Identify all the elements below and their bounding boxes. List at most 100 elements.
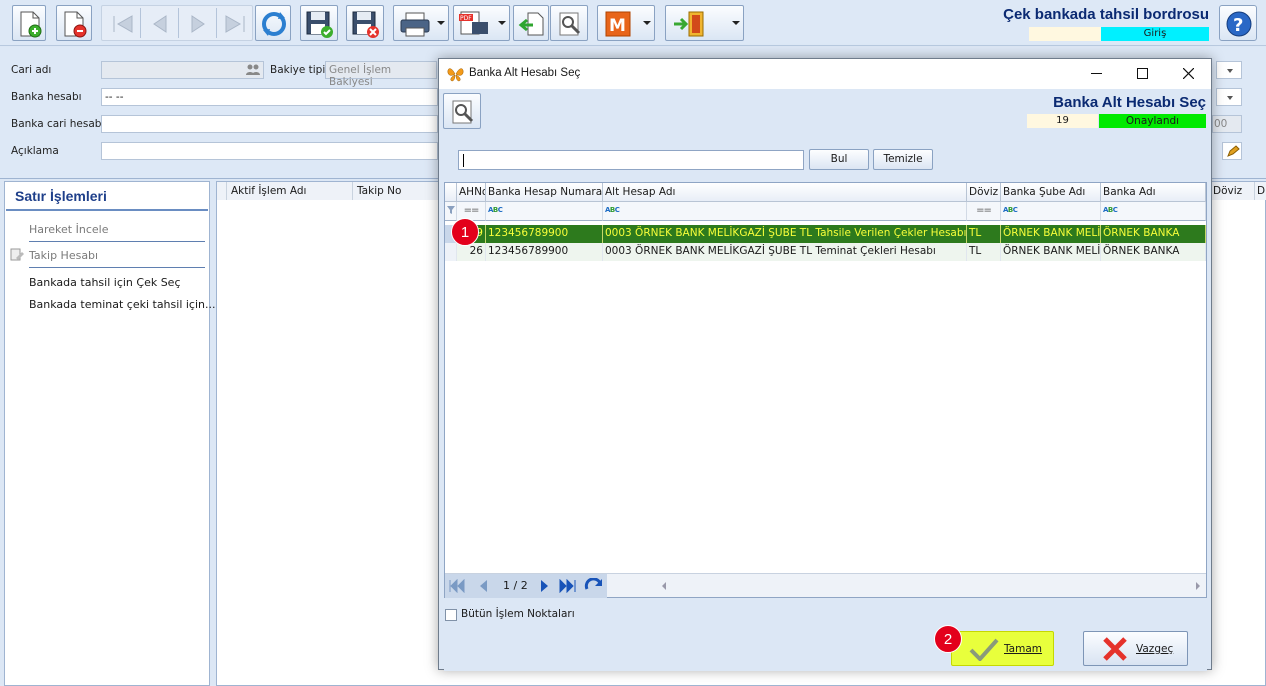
record-count: 19 bbox=[1027, 114, 1098, 128]
filter-alt-hesap[interactable]: ABC bbox=[603, 202, 967, 221]
filter-hesap-no[interactable]: ABC bbox=[486, 202, 603, 221]
scroll-left-icon[interactable] bbox=[661, 582, 667, 590]
cell-doviz: TL bbox=[967, 225, 1001, 243]
last-record-icon[interactable] bbox=[220, 10, 250, 38]
refresh-button[interactable] bbox=[255, 5, 291, 41]
chevron-down-icon[interactable] bbox=[498, 21, 506, 25]
text-filter-icon: ABC bbox=[1003, 206, 1018, 214]
filter-doviz[interactable]: == bbox=[967, 202, 1001, 221]
col-sube-adi[interactable]: Banka Şube Adı bbox=[1001, 183, 1101, 202]
page-indicator: 1 / 2 bbox=[503, 579, 528, 592]
prev-record-icon[interactable] bbox=[146, 10, 174, 38]
new-button[interactable] bbox=[12, 5, 46, 41]
save-cancel-button[interactable] bbox=[346, 5, 384, 41]
menu-item-takip-hesabi[interactable]: Takip Hesabı bbox=[29, 249, 98, 262]
text-filter-icon: ABC bbox=[488, 206, 503, 214]
horizontal-scrollbar[interactable] bbox=[661, 580, 1205, 592]
row-indicator bbox=[445, 243, 457, 261]
m-menu-button[interactable]: M bbox=[597, 5, 655, 41]
right-dropdown-2[interactable] bbox=[1216, 88, 1242, 106]
first-page-icon[interactable] bbox=[448, 579, 466, 593]
menu-item-teminat-cek[interactable]: Bankada teminat çeki tahsil için... bbox=[29, 298, 216, 311]
prev-page-icon[interactable] bbox=[477, 579, 489, 593]
chevron-down-icon[interactable] bbox=[732, 21, 740, 25]
chevron-down-icon[interactable] bbox=[643, 21, 651, 25]
filter-icon-cell[interactable] bbox=[445, 202, 457, 221]
save-approve-button[interactable] bbox=[300, 5, 338, 41]
close-icon bbox=[1183, 68, 1194, 79]
svg-text:?: ? bbox=[1233, 15, 1243, 36]
minimize-button[interactable] bbox=[1073, 59, 1119, 89]
find-button[interactable]: Bul bbox=[809, 149, 869, 170]
svg-text:M: M bbox=[609, 16, 626, 36]
panel-title: Satır İşlemleri bbox=[15, 188, 107, 204]
chevron-down-icon[interactable] bbox=[437, 21, 445, 25]
menu-item-hareket-incele[interactable]: Hareket İncele bbox=[29, 223, 108, 236]
cell-alt-hesap: 0003 ÖRNEK BANK MELİKGAZİ ŞUBE TL Temina… bbox=[603, 243, 967, 261]
print-button[interactable] bbox=[393, 5, 449, 41]
all-points-checkbox[interactable] bbox=[445, 609, 457, 621]
cell-alt-hesap: 0003 ÖRNEK BANK MELİKGAZİ ŞUBE TL Tahsil… bbox=[603, 225, 967, 243]
dialog-titlebar[interactable]: Banka Alt Hesabı Seç bbox=[439, 59, 1211, 89]
right-dropdown-1[interactable] bbox=[1216, 61, 1242, 79]
first-record-icon[interactable] bbox=[108, 10, 138, 38]
menu-item-cek-sec[interactable]: Bankada tahsil için Çek Seç bbox=[29, 276, 181, 289]
scroll-right-icon[interactable] bbox=[1195, 582, 1201, 590]
maximize-button[interactable] bbox=[1119, 59, 1165, 89]
banka-cari-field[interactable] bbox=[101, 115, 438, 133]
settings-button[interactable] bbox=[550, 5, 588, 41]
dialog-settings-button[interactable] bbox=[443, 93, 481, 129]
filter-sube[interactable]: ABC bbox=[1001, 202, 1101, 221]
col-banka-adi[interactable]: Banka Adı bbox=[1101, 183, 1206, 202]
col-aktif-islem-adi[interactable]: Aktif İşlem Adı bbox=[227, 182, 353, 200]
col-doviz[interactable]: Döviz bbox=[967, 183, 1001, 202]
annotation-badge-1: 1 bbox=[451, 218, 479, 246]
col-doviz[interactable]: Döviz bbox=[1209, 182, 1255, 200]
status-badge: Onaylandı bbox=[1099, 114, 1206, 128]
aciklama-field[interactable] bbox=[101, 142, 438, 160]
import-button[interactable] bbox=[513, 5, 549, 41]
aciklama-label: Açıklama bbox=[11, 145, 59, 157]
right-numeric-field[interactable]: 00 bbox=[1212, 115, 1242, 133]
bakiye-tipi-label: Bakiye tipi bbox=[270, 64, 326, 76]
cancel-x-icon bbox=[1103, 637, 1127, 661]
people-icon bbox=[246, 64, 260, 75]
col-takip-no[interactable]: Takip No bbox=[353, 182, 439, 200]
col-alt-hesap-adi[interactable]: Alt Hesap Adı bbox=[603, 183, 967, 202]
cell-banka: ÖRNEK BANKA bbox=[1101, 243, 1206, 261]
edit-button[interactable] bbox=[1222, 142, 1242, 160]
search-input[interactable] bbox=[458, 150, 804, 170]
cell-banka: ÖRNEK BANKA bbox=[1101, 225, 1206, 243]
cari-adi-field[interactable] bbox=[101, 61, 264, 79]
checkmark-icon bbox=[969, 638, 999, 661]
filter-banka[interactable]: ABC bbox=[1101, 202, 1206, 221]
next-page-icon[interactable] bbox=[539, 579, 551, 593]
delete-button[interactable] bbox=[56, 5, 92, 41]
table-row[interactable]: 19 123456789900 0003 ÖRNEK BANK MELİKGAZ… bbox=[445, 225, 1206, 243]
cancel-label: Vazgeç bbox=[1136, 643, 1174, 655]
last-page-icon[interactable] bbox=[559, 579, 579, 593]
col-ahno[interactable]: AHNo bbox=[457, 183, 486, 202]
cancel-button[interactable]: Vazgeç bbox=[1083, 631, 1188, 666]
col-d[interactable]: D bbox=[1255, 182, 1266, 200]
cell-sube: ÖRNEK BANK MELİK bbox=[1001, 225, 1101, 243]
close-button[interactable] bbox=[1165, 59, 1211, 89]
pdf-export-button[interactable]: PDF bbox=[453, 5, 510, 41]
m-icon: M bbox=[605, 11, 631, 37]
subaccount-grid: AHNo Banka Hesap Numarası Alt Hesap Adı … bbox=[444, 182, 1207, 598]
table-row[interactable]: 26 123456789900 0003 ÖRNEK BANK MELİKGAZ… bbox=[445, 243, 1206, 261]
help-button[interactable]: ? bbox=[1219, 5, 1257, 41]
dialog-inner-title: Banka Alt Hesabı Seç bbox=[1053, 94, 1206, 111]
bakiye-tipi-field[interactable]: Genel İşlem Bakiyesi bbox=[325, 61, 437, 88]
ok-button[interactable]: Tamam bbox=[951, 631, 1054, 666]
exit-button[interactable] bbox=[665, 5, 744, 41]
reload-icon[interactable] bbox=[584, 578, 604, 594]
text-filter-icon: ABC bbox=[1103, 206, 1118, 214]
edit-doc-icon bbox=[10, 248, 24, 261]
col-hesap-no[interactable]: Banka Hesap Numarası bbox=[486, 183, 603, 202]
delete-document-icon bbox=[64, 11, 87, 38]
next-record-icon[interactable] bbox=[184, 10, 212, 38]
banka-hesabi-field[interactable]: -- -- bbox=[101, 88, 438, 106]
cari-adi-label: Cari adı bbox=[11, 64, 52, 76]
clear-button[interactable]: Temizle bbox=[873, 149, 933, 170]
